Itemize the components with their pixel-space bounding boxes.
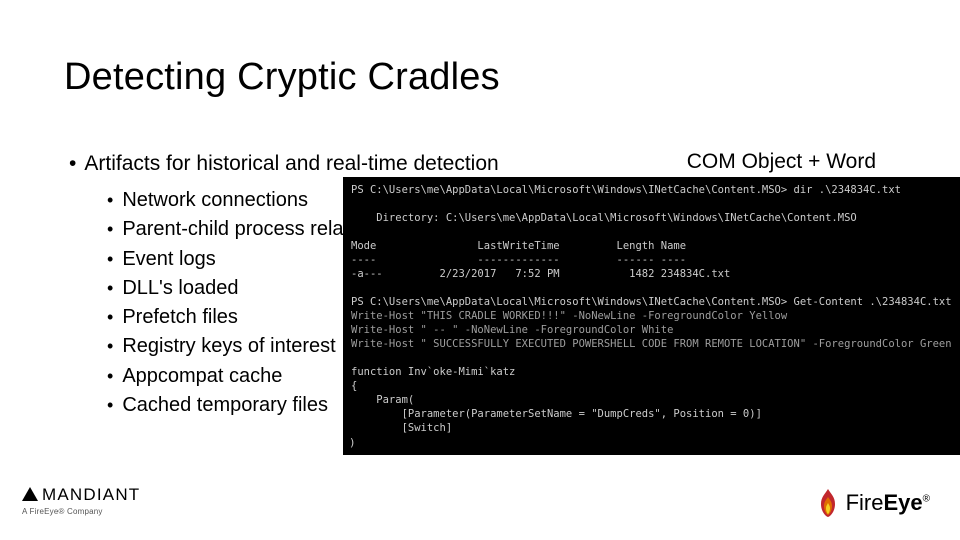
list-item: Parent-child process rela: [107, 215, 344, 244]
main-bullet: Artifacts for historical and real-time d…: [69, 152, 499, 176]
mandiant-mark-icon: [22, 487, 38, 501]
terminal-footer-bar: ): [343, 433, 960, 453]
list-item-label: Prefetch files: [122, 303, 238, 332]
terminal-line: PS C:\Users\me\AppData\Local\Microsoft\W…: [351, 296, 952, 308]
fireeye-logo: FireEye®: [816, 488, 930, 518]
terminal-line: Mode LastWriteTime Length Name: [351, 240, 686, 252]
terminal-line: {: [351, 380, 357, 392]
list-item-label: Appcompat cache: [122, 362, 282, 391]
bullet-icon: [107, 362, 113, 391]
main-bullet-text: Artifacts for historical and real-time d…: [84, 152, 498, 176]
terminal-line: Write-Host " SUCCESSFULLY EXECUTED POWER…: [351, 338, 952, 350]
fireeye-text-part2: Eye: [883, 490, 922, 515]
mandiant-brand-text: MANDIANT: [42, 485, 140, 505]
bullet-icon: [107, 274, 113, 303]
flame-icon: [816, 488, 840, 518]
list-item-label: Parent-child process rela: [122, 215, 343, 244]
list-item-label: Event logs: [122, 245, 215, 274]
list-item: DLL's loaded: [107, 274, 344, 303]
list-item: Registry keys of interest: [107, 332, 344, 361]
fireeye-text-part1: Fire: [846, 490, 884, 515]
bullet-icon: [107, 391, 113, 420]
bullet-icon: [107, 186, 113, 215]
registered-icon: ®: [923, 494, 930, 505]
list-item: Appcompat cache: [107, 362, 344, 391]
terminal-line: [Parameter(ParameterSetName = "DumpCreds…: [351, 408, 762, 420]
terminal-line: function Inv`oke-Mimi`katz: [351, 366, 515, 378]
terminal-line: Write-Host "THIS CRADLE WORKED!!!" -NoNe…: [351, 310, 787, 322]
list-item: Event logs: [107, 245, 344, 274]
list-item: Prefetch files: [107, 303, 344, 332]
mandiant-logo: MANDIANT A FireEye® Company: [22, 485, 140, 516]
list-item: Cached temporary files: [107, 391, 344, 420]
terminal-line: Directory: C:\Users\me\AppData\Local\Mic…: [351, 212, 857, 224]
terminal-line: PS C:\Users\me\AppData\Local\Microsoft\W…: [351, 184, 901, 196]
terminal-line: Write-Host " -- " -NoNewLine -Foreground…: [351, 324, 673, 336]
terminal-line: -a--- 2/23/2017 7:52 PM 1482 234834C.txt: [351, 268, 730, 280]
bullet-icon: [107, 332, 113, 361]
terminal-line: Param(: [351, 394, 414, 406]
artifact-list: Network connections Parent-child process…: [107, 186, 344, 420]
subheading-label: COM Object + Word: [687, 150, 876, 174]
list-item-label: Cached temporary files: [122, 391, 328, 420]
terminal-output: PS C:\Users\me\AppData\Local\Microsoft\W…: [343, 177, 960, 455]
terminal-closing-paren: ): [349, 436, 356, 449]
list-item-label: Network connections: [122, 186, 308, 215]
bullet-icon: [107, 245, 113, 274]
bullet-icon: [107, 303, 113, 332]
bullet-icon: [69, 152, 76, 176]
fireeye-text: FireEye®: [846, 490, 930, 516]
mandiant-tagline: A FireEye® Company: [22, 507, 140, 516]
list-item-label: DLL's loaded: [122, 274, 238, 303]
bullet-icon: [107, 215, 113, 244]
slide-title: Detecting Cryptic Cradles: [64, 56, 500, 99]
terminal-line: ---- ------------- ------ ----: [351, 254, 686, 266]
list-item: Network connections: [107, 186, 344, 215]
list-item-label: Registry keys of interest: [122, 332, 335, 361]
